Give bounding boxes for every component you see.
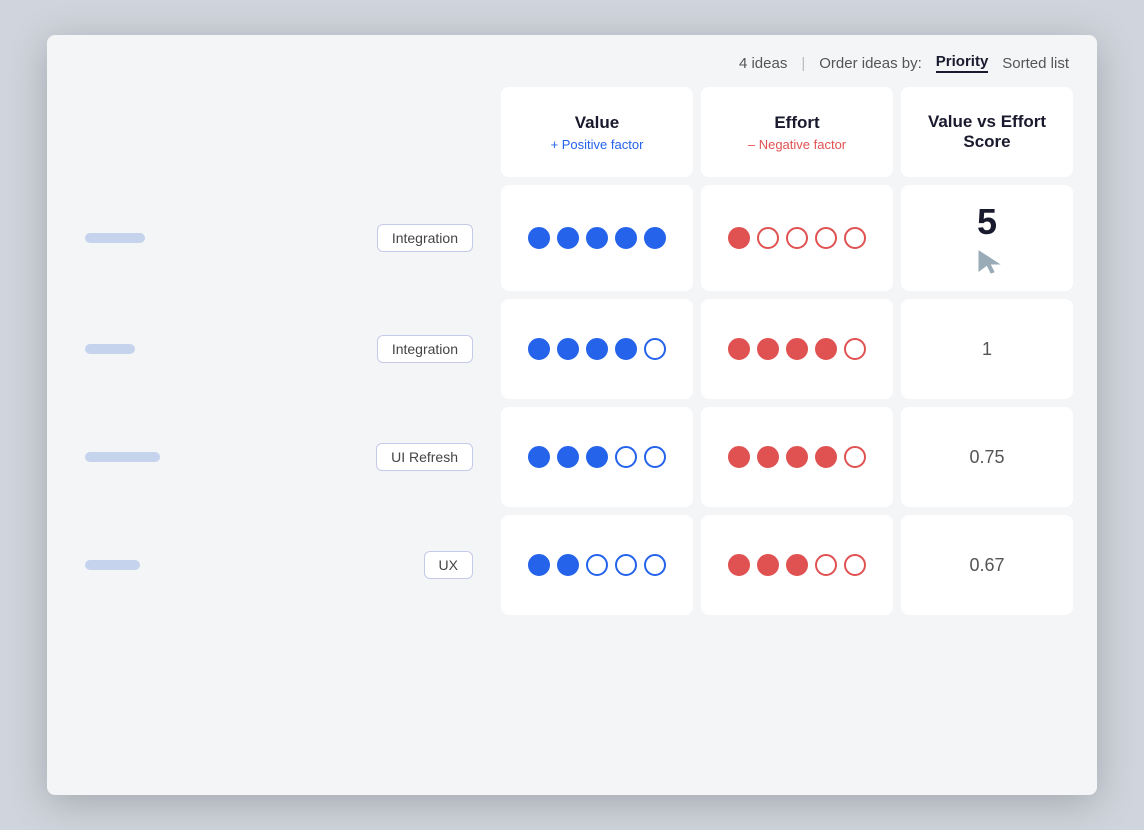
row-2-effort [701,299,893,399]
row-4-name-cell: UX [71,515,493,615]
dot [586,446,608,468]
row-4-score: 0.67 [901,515,1073,615]
row-3-value-dots [528,446,666,468]
row-1-name-cell: Integration [71,185,493,291]
row-4-value [501,515,693,615]
dot [557,338,579,360]
dot [728,446,750,468]
row-3-effort-dots [728,446,866,468]
row-1-effort-dots [728,227,866,249]
row-1-tag[interactable]: Integration [377,224,473,252]
dot [757,338,779,360]
row-1-value-dots [528,227,666,249]
row-4-bar [85,560,140,570]
dot [615,446,637,468]
header-value-sub: + Positive factor [551,137,644,152]
header-score-title: Value vs Effort Score [917,112,1057,152]
dot [528,227,550,249]
grid: Value + Positive factor Effort – Negativ… [67,83,1077,619]
dot [728,338,750,360]
main-window: 4 ideas | Order ideas by: Priority Sorte… [47,35,1097,795]
dot [844,446,866,468]
dot [557,227,579,249]
row-3-name-cell: UI Refresh [71,407,493,507]
table-area: Value + Positive factor Effort – Negativ… [47,83,1097,795]
header-effort-title: Effort [774,113,819,133]
idea-count: 4 ideas [739,55,787,72]
header-empty [71,87,493,177]
row-3-effort [701,407,893,507]
dot [644,227,666,249]
row-1-bar [85,233,145,243]
header-score: Value vs Effort Score [901,87,1073,177]
dot [644,554,666,576]
dot [757,554,779,576]
row-2-value [501,299,693,399]
row-1-value [501,185,693,291]
row-4-score-value: 0.67 [969,555,1004,576]
row-2-value-dots [528,338,666,360]
row-1-score: 5 [901,185,1073,291]
row-4-effort [701,515,893,615]
row-2-tag[interactable]: Integration [377,335,473,363]
dot [586,227,608,249]
row-1-effort [701,185,893,291]
dot [757,227,779,249]
dot [528,446,550,468]
row-2-score: 1 [901,299,1073,399]
dot [728,227,750,249]
dot [615,338,637,360]
dot [815,227,837,249]
row-3-score-value: 0.75 [969,447,1004,468]
divider: | [801,55,805,72]
header-effort-sub: – Negative factor [748,137,846,152]
dot [728,554,750,576]
dot [615,227,637,249]
dot [844,338,866,360]
dot [615,554,637,576]
dot [786,446,808,468]
row-3-tag[interactable]: UI Refresh [376,443,473,471]
dot [815,338,837,360]
header-effort: Effort – Negative factor [701,87,893,177]
priority-sort-button[interactable]: Priority [936,53,989,73]
row-4-value-dots [528,554,666,576]
row-2-score-value: 1 [982,339,992,360]
cursor-icon [973,247,1001,275]
dot [757,446,779,468]
dot [528,338,550,360]
row-3-value [501,407,693,507]
dot [557,554,579,576]
row-2-name-cell: Integration [71,299,493,399]
row-4-effort-dots [728,554,866,576]
dot [844,554,866,576]
dot [528,554,550,576]
dot [786,227,808,249]
order-label: Order ideas by: [819,55,922,72]
row-1-score-value: 5 [977,201,997,243]
top-bar: 4 ideas | Order ideas by: Priority Sorte… [47,35,1097,83]
dot [557,446,579,468]
dot [786,338,808,360]
row-4-tag[interactable]: UX [424,551,473,579]
dot [844,227,866,249]
dot [586,338,608,360]
dot [786,554,808,576]
row-2-bar [85,344,135,354]
dot [644,338,666,360]
header-value-title: Value [575,113,619,133]
dot [815,554,837,576]
dot [644,446,666,468]
row-3-score: 0.75 [901,407,1073,507]
dot [586,554,608,576]
row-2-effort-dots [728,338,866,360]
dot [815,446,837,468]
sorted-list-button[interactable]: Sorted list [1002,55,1069,72]
row-3-bar [85,452,160,462]
header-value: Value + Positive factor [501,87,693,177]
